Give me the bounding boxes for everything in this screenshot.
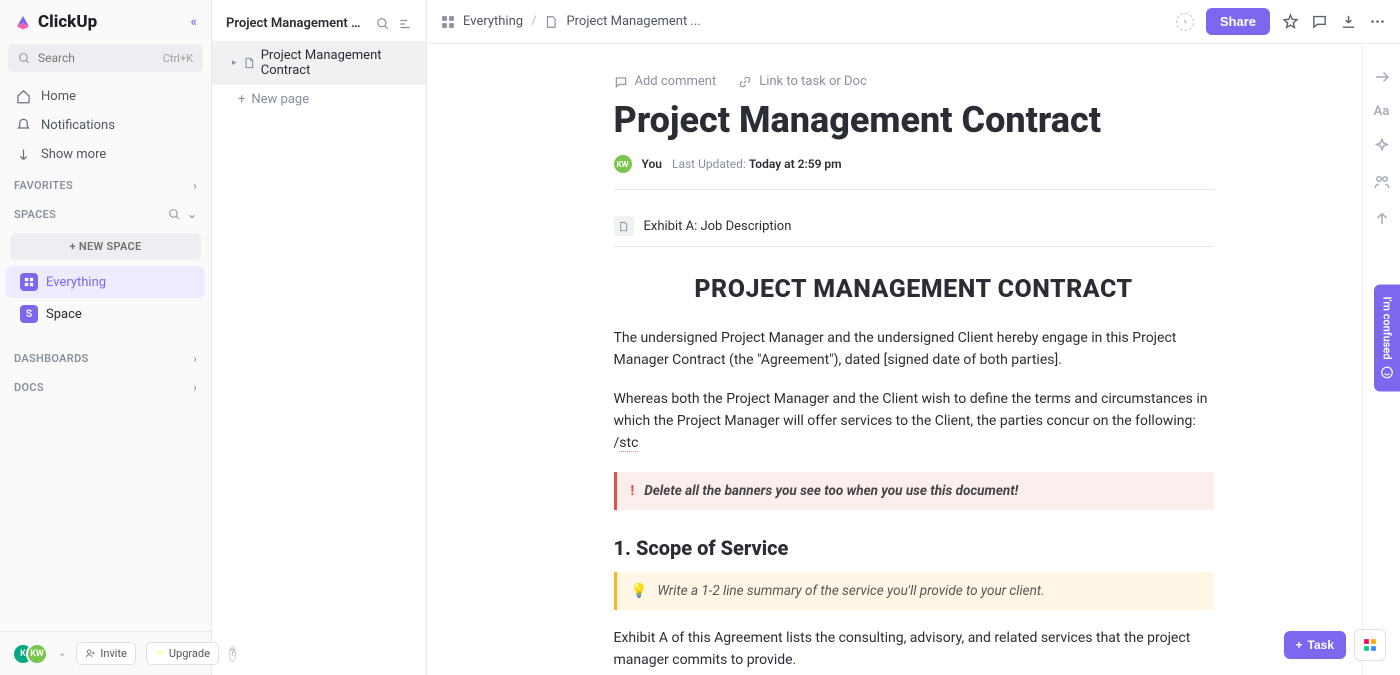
space-icon: S [20,305,38,323]
search-icon[interactable] [168,208,181,221]
comment-icon [614,75,628,89]
space-item[interactable]: S Space [6,298,205,330]
callout-tip[interactable]: 💡 Write a 1-2 line summary of the servic… [614,572,1214,610]
help-icon[interactable]: ? [229,646,236,662]
new-page-button[interactable]: + New page [212,85,426,114]
home-icon [16,89,31,104]
smile-icon [1380,365,1394,379]
topbar: Everything / Project Management ... Shar… [427,0,1400,44]
plus-icon: + [238,92,245,107]
document-icon [614,216,634,236]
chevron-down-icon[interactable]: ⌄ [58,648,66,659]
collapse-sidebar-icon[interactable]: « [190,14,197,30]
new-task-button[interactable]: + Task [1284,631,1346,659]
logo-text: ClickUp [38,12,97,32]
upgrade-button[interactable]: Upgrade [146,642,219,665]
exhibit-link[interactable]: Exhibit A: Job Description [614,206,1214,247]
doc-tree-panel: Project Management Services Co... ▸ Proj… [212,0,427,675]
left-sidebar: ClickUp « Search Ctrl+K Home Notificatio… [0,0,212,675]
chevron-right-icon: › [193,179,197,192]
add-comment-button[interactable]: Add comment [614,74,717,89]
invite-button[interactable]: Invite [76,642,136,665]
document-icon [544,15,558,29]
search-icon [18,52,31,65]
nav-show-more[interactable]: Show more [0,140,211,169]
breadcrumb: Everything / Project Management ... [441,14,701,29]
doc-tree-item[interactable]: ▸ Project Management Contract [212,41,426,85]
author-name: You [642,157,662,171]
expand-icon[interactable] [1373,68,1391,86]
exclamation-icon: ! [631,483,635,499]
bell-icon [16,118,31,133]
share-button[interactable]: Share [1206,8,1270,35]
caret-icon: ▸ [232,58,237,68]
document-body: Add comment Link to task or Doc Project … [554,44,1274,675]
chevron-right-icon: › [193,381,197,394]
history-icon[interactable] [1176,13,1194,31]
ai-icon[interactable] [1373,137,1391,155]
contract-heading[interactable]: PROJECT MANAGEMENT CONTRACT [614,275,1214,304]
section-docs[interactable]: DOCS › [0,371,211,400]
link-task-button[interactable]: Link to task or Doc [738,74,867,89]
chevron-down-icon [16,147,31,162]
doc-tree-title[interactable]: Project Management Services Co... [226,16,368,31]
im-confused-tab[interactable]: I'm confused [1374,284,1400,391]
plus-icon: + [1296,638,1303,652]
lightbulb-icon: 💡 [631,583,648,599]
download-icon[interactable] [1340,13,1357,30]
logo[interactable]: ClickUp [14,12,97,32]
nav-notifications[interactable]: Notifications [0,111,211,140]
clickup-logo-icon [14,13,32,31]
search-icon[interactable] [376,17,390,31]
last-updated: Last Updated: Today at 2:59 pm [672,157,842,171]
section-dashboards[interactable]: DASHBOARDS › [0,342,211,371]
doc-meta: KW You Last Updated: Today at 2:59 pm [614,155,1214,190]
section-heading[interactable]: 1. Scope of Service [614,536,1214,560]
breadcrumb-doc[interactable]: Project Management ... [566,14,700,29]
grid-icon [441,15,455,29]
search-placeholder: Search [38,51,75,65]
breadcrumb-root[interactable]: Everything [463,14,523,29]
callout-warning[interactable]: ! Delete all the banners you see too whe… [614,472,1214,510]
avatar-stack[interactable]: K KW [12,643,48,665]
search-input[interactable]: Search Ctrl+K [8,44,203,72]
search-shortcut: Ctrl+K [163,52,193,65]
nav-home[interactable]: Home [0,82,211,111]
paragraph[interactable]: The undersigned Project Manager and the … [614,328,1214,371]
section-spaces[interactable]: SPACES ⌄ [0,198,211,227]
paragraph[interactable]: Whereas both the Project Manager and the… [614,389,1214,454]
people-icon[interactable] [1373,173,1391,191]
author-avatar[interactable]: KW [614,155,632,173]
section-favorites[interactable]: FAVORITES › [0,169,211,198]
doc-title[interactable]: Project Management Contract [614,99,1214,141]
avatar: KW [26,643,48,665]
share-icon[interactable] [1373,209,1391,227]
typography-icon[interactable]: Aa [1374,104,1390,119]
more-icon[interactable] [1369,13,1386,30]
space-everything[interactable]: Everything [6,266,205,298]
document-icon [243,56,255,70]
chevron-down-icon[interactable]: ⌄ [187,208,197,221]
apps-button[interactable] [1354,629,1386,661]
star-icon[interactable] [1282,13,1299,30]
grid-icon [20,273,38,291]
settings-icon[interactable] [398,17,412,31]
new-space-button[interactable]: + NEW SPACE [10,233,201,260]
comment-icon[interactable] [1311,13,1328,30]
link-icon [738,75,752,89]
paragraph[interactable]: Exhibit A of this Agreement lists the co… [614,628,1214,671]
chevron-right-icon: › [193,352,197,365]
apps-grid-icon [1363,638,1377,652]
sparkle-icon [155,649,165,659]
user-plus-icon [85,648,96,659]
